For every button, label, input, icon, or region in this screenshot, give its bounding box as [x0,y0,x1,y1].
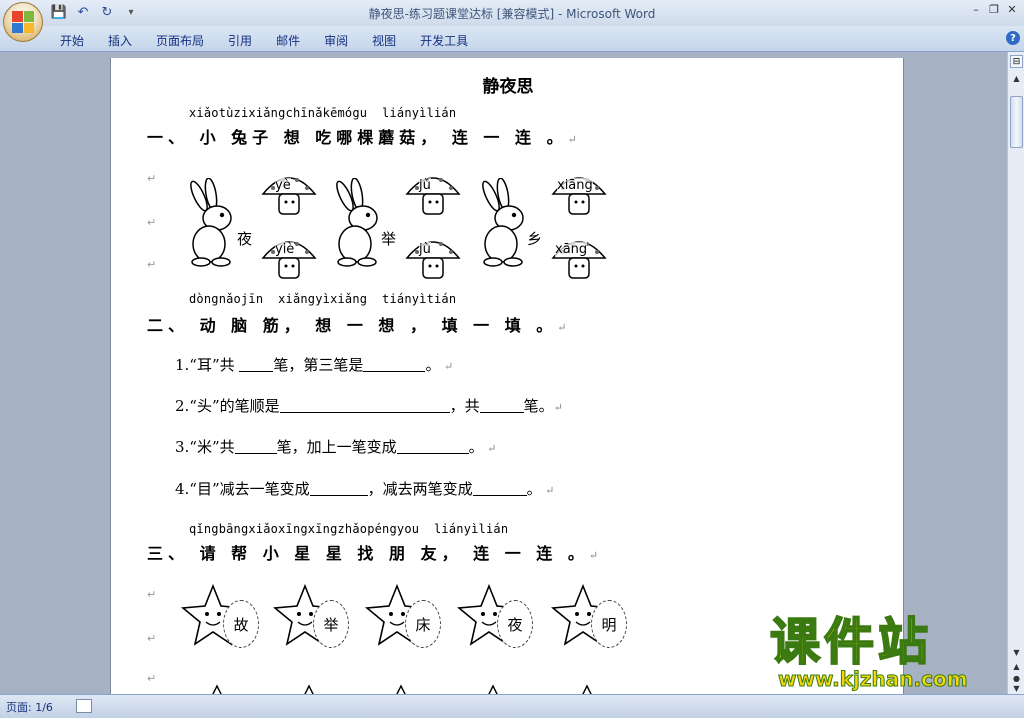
rabbit-image [190,178,232,267]
paragraph-mark: ↵ [147,216,157,229]
minimize-button[interactable]: – [968,2,984,16]
status-bar: 页面: 1/6 [0,694,1024,718]
mushroom-image [261,177,317,215]
mushroom-pinyin: jǔ [419,178,431,193]
section1-heading: 一、 小 兔子 想 吃哪棵蘑菇， 连 一 连 。↵ [147,128,577,147]
office-logo-icon [12,11,34,33]
section3-pinyin: qǐngbāngxiǎoxīngxīngzhǎopéngyou liányìli… [189,522,509,536]
tab-mailings[interactable]: 邮件 [264,30,312,51]
star-row-partial [212,684,592,694]
mushroom-image [405,241,461,279]
answer-blank[interactable] [309,482,368,496]
answer-blank[interactable] [239,358,274,372]
watermark-url: www.kjzhan.com [778,667,969,691]
section2-pinyin: dòngnǎojīn xiǎngyìxiǎng tiányìtián [189,292,457,306]
section1-pinyin: xiǎotùzixiǎngchīnǎkēmógu liányìlián [189,106,457,120]
close-button[interactable]: ✕ [1004,2,1020,16]
document-page[interactable]: 静夜思 xiǎotùzixiǎngchīnǎkēmógu liányìlián … [110,58,904,694]
window-controls: – ❐ ✕ [968,2,1020,16]
answer-blank[interactable] [363,358,426,372]
proofing-icon[interactable] [76,699,92,713]
tab-view[interactable]: 视图 [360,30,408,51]
rabbit-image [482,178,524,267]
paragraph-mark: ↵ [147,258,157,271]
ribbon-tabs: 开始 插入 页面布局 引用 邮件 审阅 视图 开发工具 ? [0,26,1024,52]
mushroom-pinyin: xiāng [557,178,593,193]
rabbit-char: 举 [381,230,397,248]
view-ruler-icon[interactable]: ⊟ [1010,55,1023,68]
question-4: 4.“目”减去一笔变成 ，减去两笔变成。 ↵ [175,480,555,498]
section2-heading: 二、 动 脑 筋， 想 一 想 ， 填 一 填 。↵ [147,316,567,335]
mushroom-pinyin: jù [419,242,431,257]
question-2: 2.“头”的笔顺是 ，共 笔。↵ [175,397,563,415]
mushroom-pinyin: yiè [275,242,295,257]
title-bar: 💾 ↶ ↻ ▾ 静夜思-练习题课堂达标 [兼容模式] - Microsoft W… [0,0,1024,42]
star-char-bubble: 夜 [497,600,533,648]
rabbit-image [336,178,378,267]
tab-insert[interactable]: 插入 [96,30,144,51]
mushroom-pinyin: xāng [555,242,588,257]
mushroom-pinyin: yè [275,178,291,193]
answer-blank[interactable] [472,482,527,496]
question-3: 3.“米”共 笔，加上一笔变成。 ↵ [175,438,497,456]
scroll-thumb[interactable] [1010,96,1023,148]
paragraph-mark: ↵ [147,588,157,601]
answer-blank[interactable] [479,399,524,413]
previous-page-icon[interactable]: ▲ [1010,660,1023,672]
tab-references[interactable]: 引用 [216,30,264,51]
mushroom-image [405,177,461,215]
tab-developer[interactable]: 开发工具 [408,30,480,51]
star-char-bubble: 举 [313,600,349,648]
star-char-bubble: 床 [405,600,441,648]
vertical-scrollbar[interactable]: ⊟ ▲ ▼ ▲ ● ▼ [1007,52,1024,694]
answer-blank[interactable] [396,440,469,454]
tab-review[interactable]: 审阅 [312,30,360,51]
watermark-text: 课件站 [769,613,932,671]
watermark-logo: 课件站 www.kjzhan.com [769,613,1010,694]
tab-page-layout[interactable]: 页面布局 [144,30,216,51]
scroll-up-icon[interactable]: ▲ [1010,72,1023,84]
document-workspace: 静夜思 xiǎotùzixiǎngchīnǎkēmógu liányìlián … [0,52,1007,694]
mushroom-image [551,241,607,279]
page-indicator[interactable]: 页面: 1/6 [6,699,53,715]
mushroom-image [261,241,317,279]
office-button[interactable] [3,2,43,42]
mushroom-image [551,177,607,215]
help-icon[interactable]: ? [1006,31,1020,45]
section3-heading: 三、 请 帮 小 星 星 找 朋 友， 连 一 连 。↵ [147,544,599,563]
tab-home[interactable]: 开始 [48,30,96,51]
rabbit-char: 夜 [237,230,253,248]
question-1: 1.“耳”共 笔，第三笔是。 ↵ [175,356,454,374]
document-title: 静夜思 [482,77,534,97]
star-char-bubble: 故 [223,600,259,648]
scroll-down-icon[interactable]: ▼ [1010,646,1023,658]
restore-button[interactable]: ❐ [986,2,1002,16]
answer-blank[interactable] [279,399,450,413]
paragraph-mark: ↵ [147,672,157,685]
paragraph-mark: ↵ [147,172,157,185]
paragraph-mark: ↵ [147,632,157,645]
next-page-icon[interactable]: ▼ [1010,682,1023,694]
window-title: 静夜思-练习题课堂达标 [兼容模式] - Microsoft Word [368,7,656,21]
star-char-bubble: 明 [591,600,627,648]
rabbit-char: 乡 [527,230,543,248]
answer-blank[interactable] [234,440,277,454]
